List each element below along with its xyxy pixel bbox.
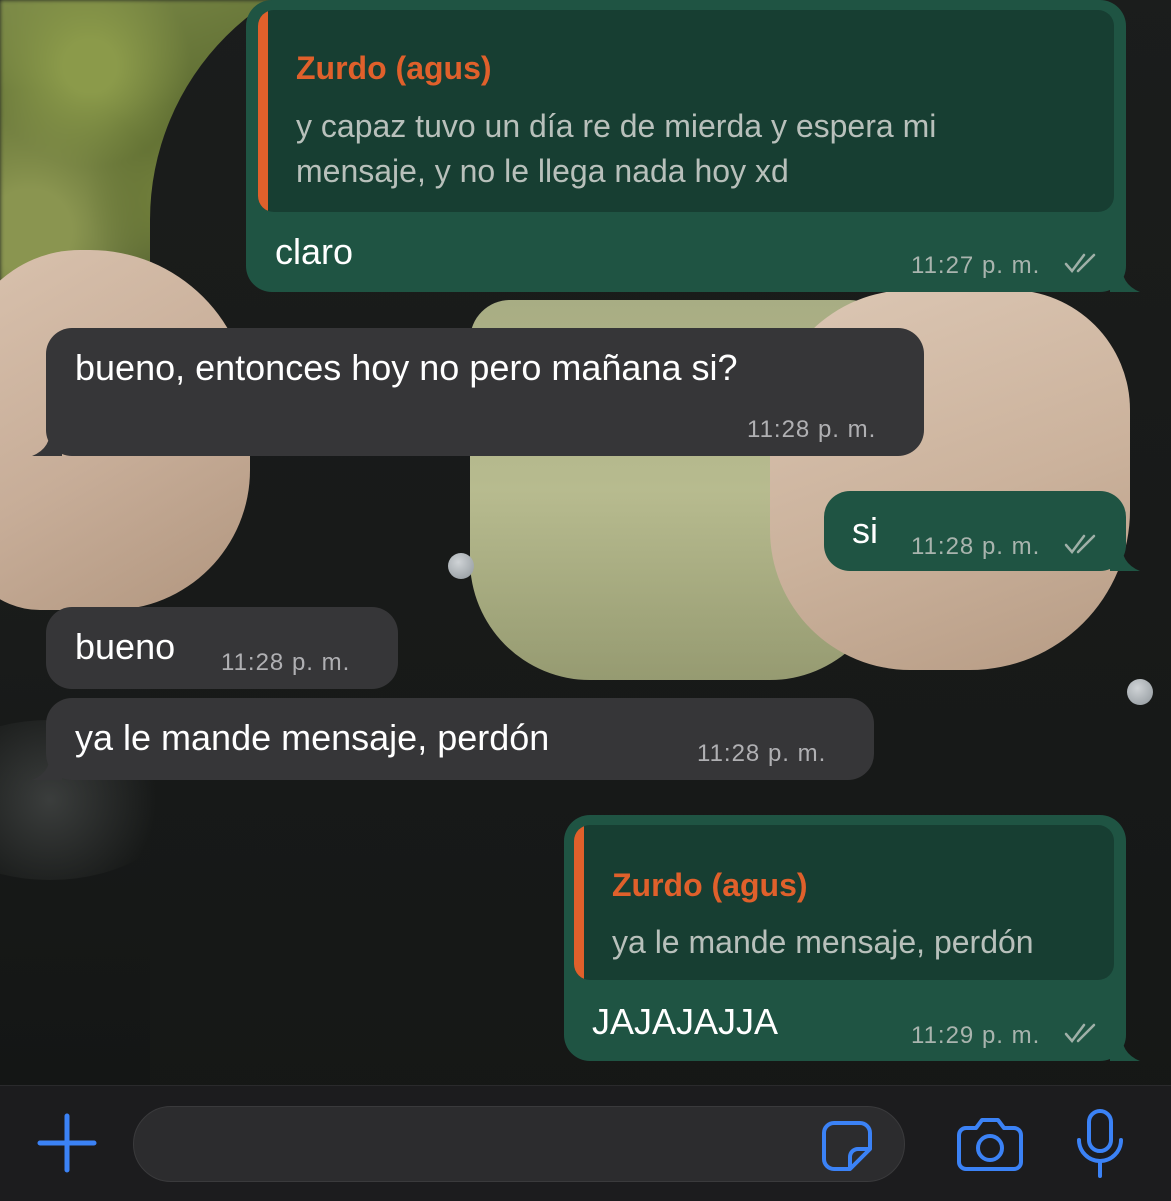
wallpaper-jacket-button [448, 553, 474, 579]
message-text: JAJAJAJJA [592, 1001, 779, 1042]
message-text: bueno, entonces hoy no pero mañana si? [75, 347, 738, 388]
message-time: 11:28 p. m. [221, 649, 351, 676]
message-bubble-outgoing[interactable]: Zurdo (agus) y capaz tuvo un día re de m… [246, 0, 1140, 292]
message-bubble-outgoing[interactable]: Zurdo (agus) ya le mande mensaje, perdón… [564, 815, 1140, 1061]
plus-icon[interactable] [36, 1112, 98, 1174]
message-text: si [852, 510, 878, 551]
message-bubble-incoming[interactable]: bueno, entonces hoy no pero mañana si? 1… [32, 328, 924, 456]
quoted-message[interactable]: Zurdo (agus) ya le mande mensaje, perdón [574, 825, 1114, 980]
wallpaper-jacket-button [1127, 679, 1153, 705]
message-time: 11:28 p. m. [697, 740, 827, 767]
quoted-message[interactable]: Zurdo (agus) y capaz tuvo un día re de m… [258, 10, 1114, 212]
bubble-tail [32, 426, 62, 456]
message-time: 11:29 p. m. [911, 1022, 1041, 1049]
read-ticks-icon [1064, 534, 1096, 554]
message-time: 11:28 p. m. [911, 533, 1041, 560]
quote-text-line: ya le mande mensaje, perdón [612, 924, 1034, 960]
quote-author: Zurdo (agus) [296, 50, 492, 86]
microphone-icon[interactable] [1074, 1108, 1126, 1180]
quote-accent-bar [258, 10, 268, 212]
sticker-icon[interactable] [820, 1119, 874, 1173]
bubble-tail [1110, 541, 1140, 571]
message-time: 11:28 p. m. [747, 416, 877, 443]
quote-text-line: y capaz tuvo un día re de mierda y esper… [296, 108, 937, 144]
message-text: bueno [75, 626, 176, 667]
message-bubble-outgoing[interactable]: si 11:28 p. m. [824, 491, 1140, 571]
message-bubble-incoming[interactable]: ya le mande mensaje, perdón 11:28 p. m. [32, 698, 874, 780]
message-input-bar [0, 1085, 1171, 1201]
message-time: 11:27 p. m. [911, 252, 1041, 279]
message-text: ya le mande mensaje, perdón [75, 717, 550, 758]
camera-icon[interactable] [956, 1116, 1024, 1172]
message-text: claro [275, 231, 354, 272]
quote-accent-bar [574, 825, 584, 980]
bubble-tail [1110, 1031, 1140, 1061]
bubble-tail [1110, 262, 1140, 292]
quote-author: Zurdo (agus) [612, 867, 808, 903]
read-ticks-icon [1064, 1023, 1096, 1043]
bubble-tail [32, 750, 62, 780]
quote-text-line: mensaje, y no le llega nada hoy xd [296, 153, 789, 189]
message-input-field[interactable] [133, 1106, 905, 1183]
read-ticks-icon [1064, 253, 1096, 273]
message-bubble-incoming[interactable]: bueno 11:28 p. m. [46, 607, 398, 689]
message-input[interactable] [158, 1107, 802, 1183]
